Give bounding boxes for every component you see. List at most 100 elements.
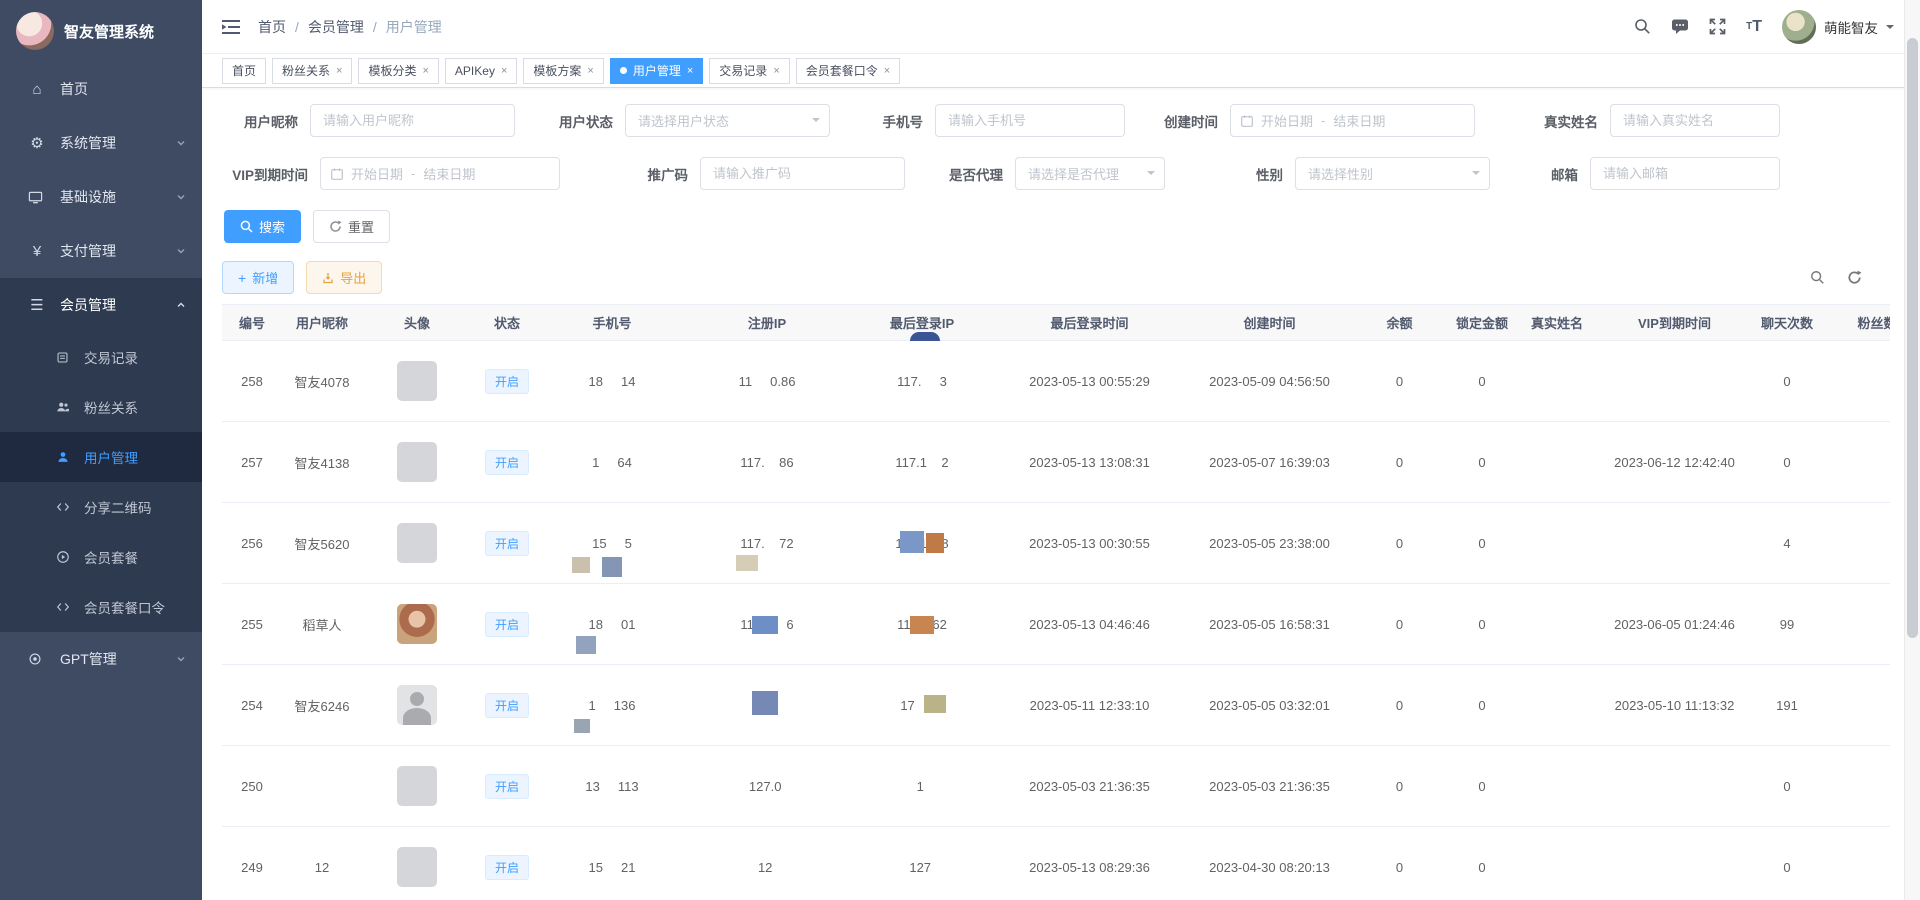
start-date-placeholder: 开始日期: [351, 164, 403, 183]
vip-expire-date-range[interactable]: 开始日期 - 结束日期: [320, 157, 560, 190]
logo[interactable]: 智友管理系统: [0, 0, 202, 62]
close-icon[interactable]: ×: [884, 65, 890, 77]
tab-template-plan[interactable]: 模板方案×: [523, 58, 603, 84]
table-row[interactable]: 250 开启 13 113 127.0 1 2023-05-03 21:36:3…: [222, 746, 1890, 827]
sidebar-item-member[interactable]: ☰ 会员管理: [0, 278, 202, 332]
start-date-placeholder: 开始日期: [1261, 111, 1313, 130]
tab-home[interactable]: 首页: [222, 58, 266, 84]
sidebar-item-system[interactable]: ⚙ 系统管理: [0, 116, 202, 170]
breadcrumb-home[interactable]: 首页: [258, 17, 286, 37]
real-name-input[interactable]: [1610, 104, 1780, 137]
cell-text: 15 5: [592, 536, 632, 551]
censor-patch: [576, 636, 596, 654]
tab-fans[interactable]: 粉丝关系×: [272, 58, 352, 84]
table-row[interactable]: 255 稻草人 开启 18 01 117.1 6 117 62 2023-05-…: [222, 584, 1890, 665]
sidebar-item-gpt[interactable]: GPT管理: [0, 632, 202, 686]
tab-label: 会员套餐口令: [806, 62, 878, 79]
scrollbar-thumb[interactable]: [1907, 38, 1918, 638]
email-input[interactable]: [1590, 157, 1780, 190]
fullscreen-icon[interactable]: [1709, 18, 1726, 35]
filter-actions: 搜索 重置: [224, 210, 1890, 243]
phone-input[interactable]: [935, 104, 1125, 137]
select-placeholder: 请选择用户状态: [638, 111, 729, 130]
cell-id: 254: [222, 665, 282, 746]
tab-user-management[interactable]: 用户管理×: [610, 58, 703, 84]
close-icon[interactable]: ×: [773, 65, 779, 77]
cell-status: 开启: [472, 584, 542, 665]
censor-patch: [752, 691, 778, 715]
show-search-icon[interactable]: [1810, 270, 1825, 285]
cell-reg-ip: 117. 86: [682, 422, 852, 503]
export-button[interactable]: 导出: [306, 261, 382, 294]
refresh-icon[interactable]: [1847, 270, 1862, 285]
cell-last-login: 2023-05-11 12:33:10: [992, 665, 1187, 746]
tab-apikey[interactable]: APIKey×: [445, 58, 517, 84]
censor-patch: [926, 533, 944, 553]
user-menu[interactable]: 萌能智友: [1782, 10, 1894, 44]
app-root: 智友管理系统 ⌂ 首页 ⚙ 系统管理 基础设施 ¥ 支付管理 ☰ 会员管理: [0, 0, 1920, 900]
cell-phone: 13 113: [542, 746, 682, 827]
sidebar-item-payment[interactable]: ¥ 支付管理: [0, 224, 202, 278]
breadcrumb-member[interactable]: 会员管理: [308, 17, 364, 37]
sidebar-item-fans[interactable]: 粉丝关系: [0, 382, 202, 432]
user-status-select[interactable]: 请选择用户状态: [625, 104, 830, 137]
cell-real-name: [1517, 503, 1597, 584]
sidebar-toggle-icon[interactable]: [222, 19, 240, 35]
sidebar-item-infrastructure[interactable]: 基础设施: [0, 170, 202, 224]
table-row[interactable]: 257 智友4138 开启 1 64 117. 86 117.1 2 2023-…: [222, 422, 1890, 503]
created-date-range[interactable]: 开始日期 - 结束日期: [1230, 104, 1475, 137]
search-button[interactable]: 搜索: [224, 210, 301, 243]
status-badge: 开启: [485, 774, 529, 799]
cell-fans: [1822, 746, 1890, 827]
message-icon[interactable]: [1671, 18, 1689, 35]
breadcrumb-separator: /: [295, 19, 299, 35]
cell-reg-ip: 11 0.86: [682, 341, 852, 422]
is-agent-select[interactable]: 请选择是否代理: [1015, 157, 1165, 190]
vertical-scrollbar[interactable]: [1904, 0, 1920, 900]
cell-status: 开启: [472, 746, 542, 827]
sidebar-item-share-qrcode[interactable]: 分享二维码: [0, 482, 202, 532]
table-row[interactable]: 249 12 开启 15 21 12 127 2023-05-13 08:29:…: [222, 827, 1890, 900]
col-balance: 余额: [1352, 305, 1447, 341]
end-date-placeholder: 结束日期: [423, 164, 475, 183]
close-icon[interactable]: ×: [422, 65, 428, 77]
cell-last-ip: 117.1 2: [852, 422, 992, 503]
cell-chats: 0: [1752, 422, 1822, 503]
promo-code-input[interactable]: [700, 157, 905, 190]
cell-real-name: [1517, 584, 1597, 665]
receipt-icon: [56, 351, 72, 364]
cell-vip-expire: 2023-06-12 12:42:40: [1597, 422, 1752, 503]
reset-button[interactable]: 重置: [313, 210, 390, 243]
close-icon[interactable]: ×: [501, 65, 507, 77]
col-phone: 手机号: [542, 305, 682, 341]
font-size-icon[interactable]: TT: [1746, 18, 1762, 36]
col-status: 状态: [472, 305, 542, 341]
sidebar-item-package-codes[interactable]: 会员套餐口令: [0, 582, 202, 632]
close-icon[interactable]: ×: [587, 65, 593, 77]
sidebar-item-transactions[interactable]: 交易记录: [0, 332, 202, 382]
gender-select[interactable]: 请选择性别: [1295, 157, 1490, 190]
table-row[interactable]: 254 智友6246 开启 1 136 17 79 2023-05-11 12:…: [222, 665, 1890, 746]
cell-avatar: [362, 746, 472, 827]
close-icon[interactable]: ×: [336, 65, 342, 77]
add-button[interactable]: + 新增: [222, 261, 294, 294]
tab-transactions[interactable]: 交易记录×: [709, 58, 789, 84]
chevron-down-icon: [1147, 171, 1155, 179]
sidebar-item-label: 系统管理: [60, 133, 116, 153]
cell-reg-ip: [682, 665, 852, 746]
tab-template-category[interactable]: 模板分类×: [358, 58, 438, 84]
search-icon[interactable]: [1634, 18, 1651, 35]
sidebar-item-home[interactable]: ⌂ 首页: [0, 62, 202, 116]
sidebar-item-packages[interactable]: 会员套餐: [0, 532, 202, 582]
close-icon[interactable]: ×: [687, 65, 693, 77]
top-header: 首页 / 会员管理 / 用户管理 TT 萌能智友: [202, 0, 1920, 54]
censor-patch: [910, 616, 934, 634]
table-row[interactable]: 256 智友5620 开启 15 5 117. 72 117.1 8 2023-…: [222, 503, 1890, 584]
sidebar-item-users[interactable]: 用户管理: [0, 432, 202, 482]
sidebar-item-label: 基础设施: [60, 187, 116, 207]
sidebar-item-label: 用户管理: [84, 447, 138, 467]
nickname-input[interactable]: [310, 104, 515, 137]
table-row[interactable]: 258 智友4078 开启 18 14 11 0.86 117. 3 2023-…: [222, 341, 1890, 422]
tab-package-codes[interactable]: 会员套餐口令 ×: [796, 58, 900, 84]
cell-last-ip: 127: [852, 827, 992, 900]
